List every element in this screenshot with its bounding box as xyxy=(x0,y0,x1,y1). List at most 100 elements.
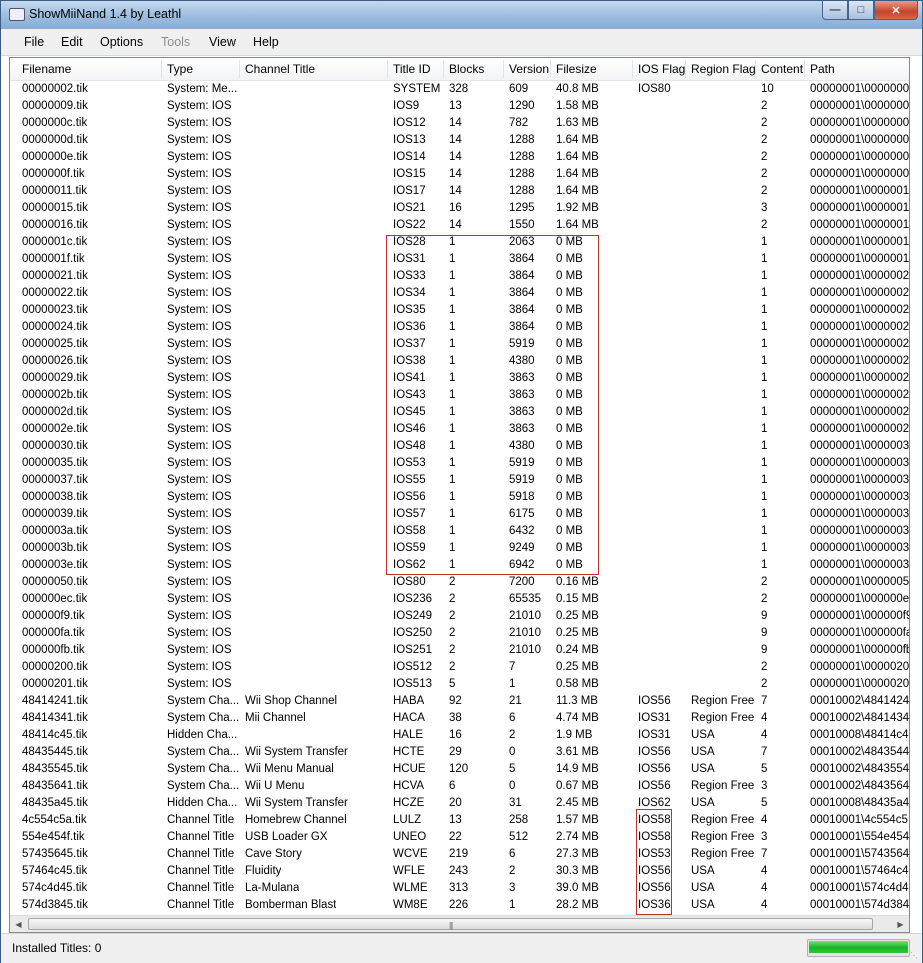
column-header-channel-title[interactable]: Channel Title xyxy=(245,62,315,76)
column-header-path[interactable]: Path xyxy=(810,62,835,76)
maximize-button[interactable]: □ xyxy=(848,1,874,20)
table-row[interactable]: 00000050.tik System: IOS IOS80 2 7200 0.16 MB… xyxy=(10,574,909,591)
scroll-right-button[interactable]: ▶ xyxy=(892,916,909,932)
table-row[interactable]: 554e454f.tik Channel Title USB Loader GX UN… xyxy=(10,829,909,846)
cell-content: 1 xyxy=(761,542,768,554)
column-header-type[interactable]: Type xyxy=(167,62,193,76)
table-row[interactable]: 00000039.tik System: IOS IOS57 1 6175 0 MB 1 00… xyxy=(10,506,909,523)
table-row[interactable]: 0000002b.tik System: IOS IOS43 1 3863 0 MB 1 00… xyxy=(10,387,909,404)
column-header-region-flag[interactable]: Region Flag xyxy=(691,62,756,76)
table-row[interactable]: 00000029.tik System: IOS IOS41 1 3863 0 MB 1 00… xyxy=(10,370,909,387)
resize-grip-icon[interactable]: ⋱ xyxy=(910,951,920,961)
table-row[interactable]: 00000026.tik System: IOS IOS38 1 4380 0 MB 1 00… xyxy=(10,353,909,370)
table-row[interactable]: 574d3845.tik Channel Title Bomberman Blast… xyxy=(10,897,909,914)
table-row[interactable]: 0000000f.tik System: IOS IOS15 14 1288 1.64 M… xyxy=(10,166,909,183)
table-row[interactable]: 0000000e.tik System: IOS IOS14 14 1288 1.64 M… xyxy=(10,149,909,166)
cell-version: 3863 xyxy=(509,423,535,435)
window-title: ShowMiiNand 1.4 by Leathl xyxy=(29,7,182,21)
column-divider[interactable] xyxy=(632,60,633,78)
cell-title-id: IOS55 xyxy=(393,474,426,486)
table-row[interactable]: 00000011.tik System: IOS IOS17 14 1288 1.64 M… xyxy=(10,183,909,200)
table-row[interactable]: 00000200.tik System: IOS IOS512 2 7 0.25 MB 2 0… xyxy=(10,659,909,676)
table-row[interactable]: 000000ec.tik System: IOS IOS236 2 65535 0.15 … xyxy=(10,591,909,608)
column-divider[interactable] xyxy=(503,60,504,78)
cell-path: 00000001\0000020 xyxy=(810,661,909,673)
cell-version: 3864 xyxy=(509,253,535,265)
cell-title-id: IOS9 xyxy=(393,100,420,112)
table-row[interactable]: 00000037.tik System: IOS IOS55 1 5919 0 MB 1 00… xyxy=(10,472,909,489)
minimize-button[interactable]: — xyxy=(822,1,848,20)
title-bar[interactable]: ShowMiiNand 1.4 by Leathl — □ ✕ xyxy=(1,1,922,29)
column-divider[interactable] xyxy=(550,60,551,78)
table-row[interactable]: 48435545.tik System Cha... Wii Menu Manual… xyxy=(10,761,909,778)
scroll-left-button[interactable]: ◀ xyxy=(10,916,27,932)
table-row[interactable]: 00000015.tik System: IOS IOS21 16 1295 1.92 M… xyxy=(10,200,909,217)
table-row[interactable]: 48435641.tik System Cha... Wii U Menu HCVA 6… xyxy=(10,778,909,795)
horizontal-scrollbar[interactable]: ◀ ||| ▶ xyxy=(10,915,909,932)
cell-path: 00000001\0000001 xyxy=(810,219,909,231)
table-row[interactable]: 000000f9.tik System: IOS IOS249 2 21010 0.25 … xyxy=(10,608,909,625)
column-header-filesize[interactable]: Filesize xyxy=(556,62,597,76)
table-row[interactable]: 00000038.tik System: IOS IOS56 1 5918 0 MB 1 00… xyxy=(10,489,909,506)
table-row[interactable]: 0000001c.tik System: IOS IOS28 1 2063 0 MB 1 00… xyxy=(10,234,909,251)
column-header-ios-flag[interactable]: IOS Flag xyxy=(638,62,685,76)
column-header-filename[interactable]: Filename xyxy=(22,62,71,76)
column-divider[interactable] xyxy=(387,60,388,78)
table-row[interactable]: 4c554c5a.tik Channel Title Homebrew Channe… xyxy=(10,812,909,829)
column-divider[interactable] xyxy=(239,60,240,78)
menu-options[interactable]: Options xyxy=(100,35,143,49)
column-header-title-id[interactable]: Title ID xyxy=(393,62,431,76)
table-row[interactable]: 48414341.tik System Cha... Mii Channel HACA… xyxy=(10,710,909,727)
cell-blocks: 243 xyxy=(449,865,469,877)
table-row[interactable]: 00000023.tik System: IOS IOS35 1 3864 0 MB 1 00… xyxy=(10,302,909,319)
cell-path: 00000001\0000000 xyxy=(810,151,909,163)
column-divider[interactable] xyxy=(804,60,805,78)
menu-edit[interactable]: Edit xyxy=(61,35,83,49)
table-row[interactable]: 0000002d.tik System: IOS IOS45 1 3863 0 MB 1 00… xyxy=(10,404,909,421)
table-row[interactable]: 48414241.tik System Cha... Wii Shop Channe… xyxy=(10,693,909,710)
table-row[interactable]: 48414c45.tik Hidden Cha... HALE 16 2 1.9 MB IO… xyxy=(10,727,909,744)
menu-help[interactable]: Help xyxy=(253,35,279,49)
column-header-content[interactable]: Content xyxy=(761,62,803,76)
column-divider[interactable] xyxy=(161,60,162,78)
table-row[interactable]: 00000016.tik System: IOS IOS22 14 1550 1.64 M… xyxy=(10,217,909,234)
table-row[interactable]: 0000003a.tik System: IOS IOS58 1 6432 0 MB 1 00… xyxy=(10,523,909,540)
table-row[interactable]: 0000003e.tik System: IOS IOS62 1 6942 0 MB 1 00… xyxy=(10,557,909,574)
table-row[interactable]: 00000009.tik System: IOS IOS9 13 1290 1.58 MB… xyxy=(10,98,909,115)
menu-tools[interactable]: Tools xyxy=(161,35,190,49)
table-row[interactable]: 00000021.tik System: IOS IOS33 1 3864 0 MB 1 00… xyxy=(10,268,909,285)
titles-list[interactable]: Filename Type Channel Title Title ID Blocks V… xyxy=(9,57,910,933)
table-row[interactable]: 0000001f.tik System: IOS IOS31 1 3864 0 MB 1 00… xyxy=(10,251,909,268)
table-row[interactable]: 0000002e.tik System: IOS IOS46 1 3863 0 MB 1 00… xyxy=(10,421,909,438)
table-row[interactable]: 0000000c.tik System: IOS IOS12 14 782 1.63 MB… xyxy=(10,115,909,132)
column-divider[interactable] xyxy=(755,60,756,78)
table-row[interactable]: 000000fa.tik System: IOS IOS250 2 21010 0.25 … xyxy=(10,625,909,642)
column-divider[interactable] xyxy=(685,60,686,78)
table-row[interactable]: 00000025.tik System: IOS IOS37 1 5919 0 MB 1 00… xyxy=(10,336,909,353)
scroll-thumb[interactable]: ||| xyxy=(28,918,873,930)
table-row[interactable]: 48435445.tik System Cha... Wii System Tran… xyxy=(10,744,909,761)
table-row[interactable]: 00000201.tik System: IOS IOS513 5 1 0.58 MB 2 0… xyxy=(10,676,909,693)
cell-version: 3863 xyxy=(509,406,535,418)
table-row[interactable]: 0000003b.tik System: IOS IOS59 1 9249 0 MB 1 00… xyxy=(10,540,909,557)
table-row[interactable]: 57435645.tik Channel Title Cave Story WCVE 2… xyxy=(10,846,909,863)
table-row[interactable]: 000000fb.tik System: IOS IOS251 2 21010 0.24 … xyxy=(10,642,909,659)
table-row[interactable]: 00000024.tik System: IOS IOS36 1 3864 0 MB 1 00… xyxy=(10,319,909,336)
table-row[interactable]: 48435a45.tik Hidden Cha... Wii System Tran… xyxy=(10,795,909,812)
column-divider[interactable] xyxy=(443,60,444,78)
table-row[interactable]: 574c4d45.tik Channel Title La-Mulana WLME 31… xyxy=(10,880,909,897)
menu-file[interactable]: File xyxy=(24,35,44,49)
table-row[interactable]: 57464c45.tik Channel Title Fluidity WFLE 243… xyxy=(10,863,909,880)
close-button[interactable]: ✕ xyxy=(874,1,918,20)
cell-blocks: 20 xyxy=(449,797,462,809)
cell-version: 7200 xyxy=(509,576,535,588)
table-row[interactable]: 00000030.tik System: IOS IOS48 1 4380 0 MB 1 00… xyxy=(10,438,909,455)
table-row[interactable]: 0000000d.tik System: IOS IOS13 14 1288 1.64 M… xyxy=(10,132,909,149)
column-header-blocks[interactable]: Blocks xyxy=(449,62,484,76)
column-header-version[interactable]: Version xyxy=(509,62,549,76)
table-row[interactable]: 00000002.tik System: Me... SYSTEM 328 609 40.… xyxy=(10,81,909,98)
menu-view[interactable]: View xyxy=(209,35,236,49)
app-icon[interactable] xyxy=(9,8,25,21)
table-row[interactable]: 00000035.tik System: IOS IOS53 1 5919 0 MB 1 00… xyxy=(10,455,909,472)
table-row[interactable]: 00000022.tik System: IOS IOS34 1 3864 0 MB 1 00… xyxy=(10,285,909,302)
